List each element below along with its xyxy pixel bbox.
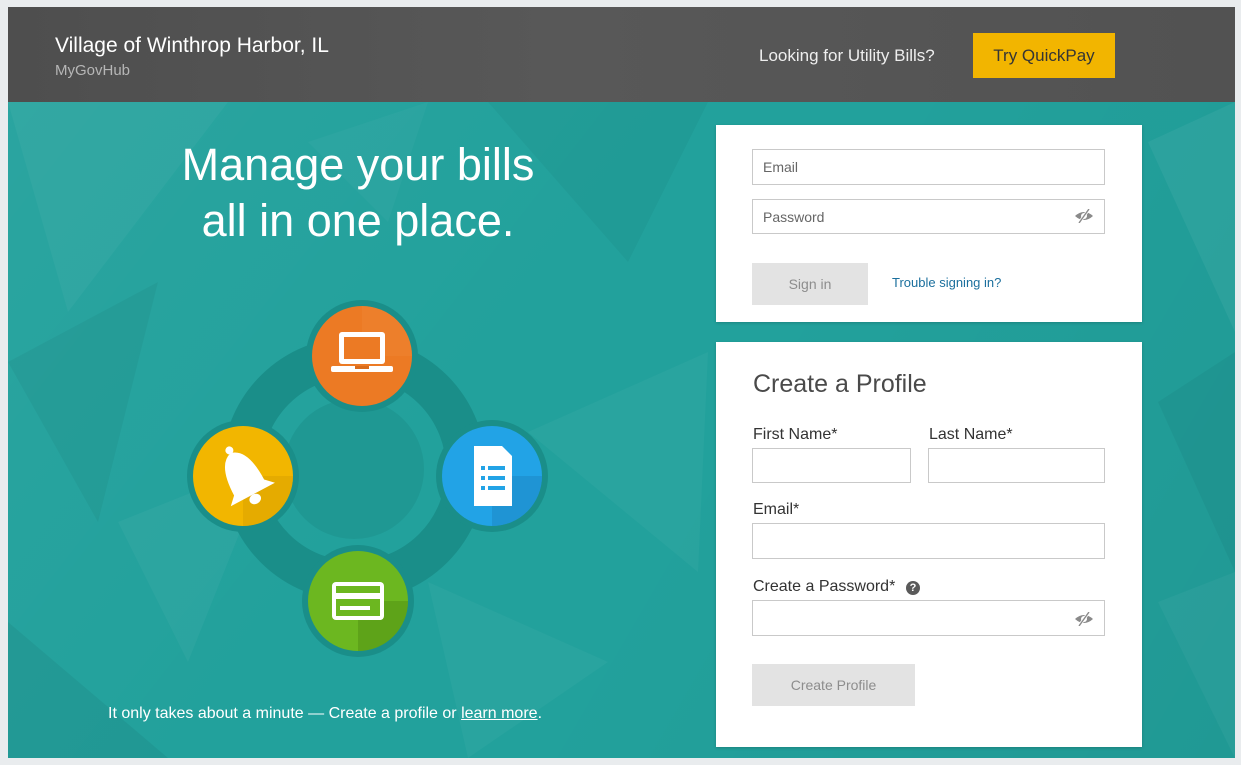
bills-illustration bbox=[187, 300, 548, 657]
sign-in-button[interactable]: Sign in bbox=[752, 263, 868, 305]
illustration-center bbox=[284, 399, 424, 539]
headline-line-1: Manage your bills bbox=[181, 139, 535, 190]
eye-slash-icon[interactable] bbox=[1074, 612, 1094, 626]
browser-viewport: Village of Winthrop Harbor, IL MyGovHub … bbox=[0, 0, 1241, 765]
site-subtitle: MyGovHub bbox=[55, 62, 131, 79]
document-icon bbox=[436, 420, 548, 532]
bell-icon bbox=[187, 420, 299, 532]
trouble-signing-in-link[interactable]: Trouble signing in? bbox=[892, 275, 1001, 290]
last-name-label: Last Name* bbox=[929, 426, 1013, 443]
tagline-period: . bbox=[537, 705, 543, 722]
question-circle-icon[interactable]: ? bbox=[906, 581, 920, 595]
email-label: Email* bbox=[753, 501, 800, 518]
profile-email-input[interactable] bbox=[752, 523, 1105, 559]
create-profile-card: Create a Profile First Name* Last Name* … bbox=[716, 342, 1142, 747]
email-input[interactable] bbox=[752, 149, 1105, 185]
create-profile-button[interactable]: Create Profile bbox=[752, 664, 915, 706]
hero-tagline: It only takes about a minute — Create a … bbox=[108, 705, 542, 723]
site-title[interactable]: Village of Winthrop Harbor, IL bbox=[55, 34, 329, 58]
password-input[interactable] bbox=[752, 199, 1105, 234]
create-profile-title: Create a Profile bbox=[753, 370, 927, 398]
create-password-label: Create a Password* bbox=[753, 578, 896, 595]
laptop-icon bbox=[306, 300, 418, 412]
credit-card-icon bbox=[302, 545, 414, 657]
last-name-input[interactable] bbox=[928, 448, 1105, 483]
learn-more-link[interactable]: learn more bbox=[461, 705, 537, 722]
try-quickpay-button[interactable]: Try QuickPay bbox=[973, 33, 1115, 78]
first-name-label: First Name* bbox=[753, 426, 838, 443]
first-name-input[interactable] bbox=[752, 448, 911, 483]
top-bar: Village of Winthrop Harbor, IL MyGovHub … bbox=[8, 7, 1235, 102]
tagline-text: It only takes about a minute — Create a … bbox=[108, 705, 462, 722]
eye-slash-icon[interactable] bbox=[1074, 209, 1094, 223]
headline-line-2: all in one place. bbox=[201, 195, 515, 246]
sign-in-card: Sign in Trouble signing in? bbox=[716, 125, 1142, 322]
utility-bills-prompt: Looking for Utility Bills? bbox=[759, 46, 935, 65]
hero-headline: Manage your bills all in one place. bbox=[108, 137, 608, 249]
create-password-input[interactable] bbox=[752, 600, 1105, 636]
